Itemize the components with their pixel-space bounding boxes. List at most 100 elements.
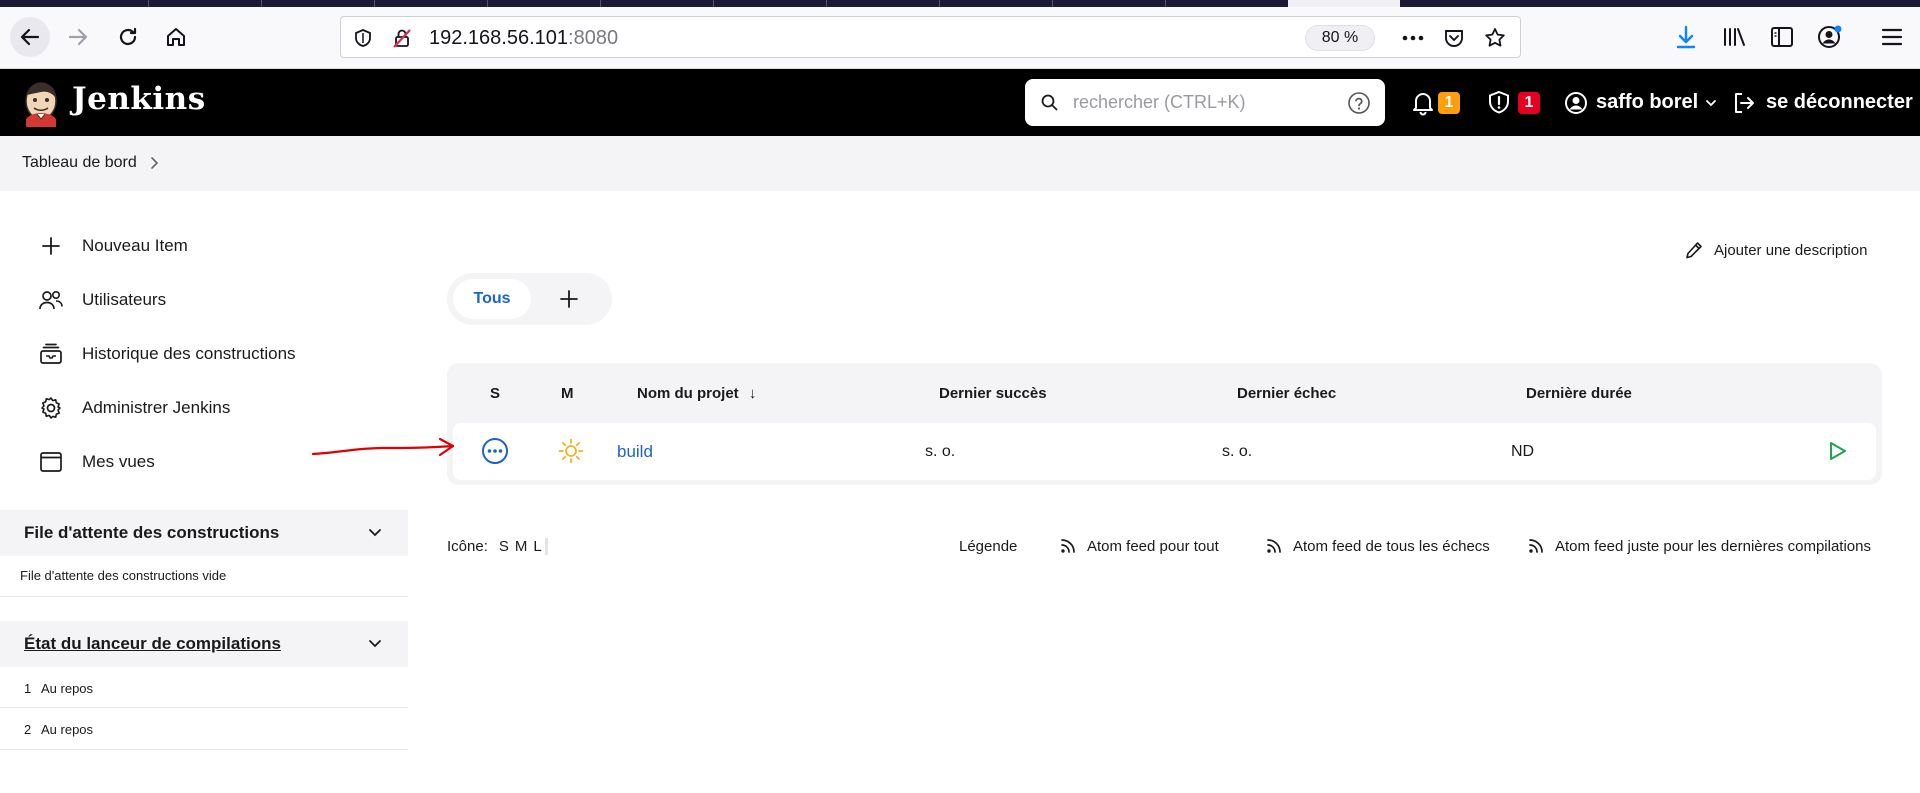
active-browser-tab[interactable] — [1288, 0, 1400, 7]
shield-icon[interactable] — [353, 28, 373, 48]
column-header-name-label: Nom du projet — [637, 385, 739, 402]
jenkins-logo-icon[interactable] — [20, 79, 62, 127]
column-header-last-duration[interactable]: Dernière durée — [1526, 385, 1632, 402]
build-queue-empty: File d'attente des constructions vide — [0, 556, 408, 597]
back-button[interactable] — [10, 17, 50, 57]
security-button[interactable]: 1 — [1486, 69, 1540, 136]
insecure-lock-icon[interactable] — [391, 27, 413, 49]
breadcrumb: Tableau de bord — [0, 136, 1920, 191]
url-port: :8080 — [568, 27, 619, 49]
user-menu-button[interactable]: saffo borel — [1564, 69, 1718, 136]
url-bar[interactable]: 192.168.56.101:8080 80 % — [340, 16, 1521, 58]
search-input[interactable] — [1073, 87, 1333, 117]
user-name: saffo borel — [1596, 91, 1699, 113]
forward-button[interactable] — [58, 17, 98, 57]
icon-size-medium[interactable]: M — [512, 538, 531, 555]
last-duration-value: ND — [1511, 443, 1535, 460]
reload-button[interactable] — [108, 17, 148, 57]
reload-icon — [119, 27, 137, 46]
sidebar-item-label: Utilisateurs — [82, 290, 167, 309]
sidebar-item-users[interactable]: Utilisateurs — [38, 285, 166, 315]
add-description-label: Ajouter une description — [1714, 241, 1868, 259]
hamburger-menu-icon — [1881, 28, 1903, 46]
column-header-name[interactable]: Nom du projet ↓ — [637, 385, 756, 402]
atom-feed-latest-label: Atom feed juste pour les dernières compi… — [1555, 537, 1871, 555]
download-icon — [1676, 25, 1696, 49]
sidebar-item-label: Nouveau Item — [82, 236, 188, 255]
column-header-weather[interactable]: M — [561, 385, 574, 402]
sidebar-item-build-history[interactable]: Historique des constructions — [38, 339, 296, 369]
column-header-last-success[interactable]: Dernier succès — [939, 385, 1047, 402]
atom-feed-all-link[interactable]: Atom feed pour tout — [1059, 535, 1219, 557]
column-header-last-failure[interactable]: Dernier échec — [1237, 385, 1336, 402]
sort-arrow-icon: ↓ — [748, 385, 757, 402]
view-tabs: Tous — [447, 273, 612, 325]
weather-sunny-icon[interactable] — [557, 437, 585, 465]
icon-size-small[interactable]: S — [496, 538, 512, 555]
pencil-icon — [1686, 242, 1702, 259]
executor-number: 2 — [24, 722, 32, 737]
sidebar-item-manage-jenkins[interactable]: Administrer Jenkins — [38, 393, 230, 423]
search-box[interactable] — [1025, 79, 1385, 126]
project-link[interactable]: build — [617, 442, 653, 462]
user-avatar-icon — [1565, 91, 1587, 114]
executors-header[interactable]: État du lanceur de compilations — [0, 621, 408, 667]
help-icon[interactable] — [1347, 91, 1371, 115]
bell-icon — [1413, 92, 1433, 115]
zoom-level[interactable]: 80 % — [1305, 25, 1375, 51]
home-button[interactable] — [156, 17, 196, 57]
home-icon — [167, 28, 185, 46]
downloads-button[interactable] — [1666, 17, 1706, 57]
build-queue-title[interactable]: File d'attente des constructions — [24, 523, 279, 543]
notifications-button[interactable]: 1 — [1410, 69, 1460, 136]
notifications-badge: 1 — [1438, 91, 1460, 114]
app-menu-button[interactable] — [1872, 17, 1912, 57]
add-description-link[interactable]: Ajouter une description — [1684, 240, 1867, 260]
chevron-right-icon[interactable] — [148, 155, 160, 171]
schedule-build-play-icon[interactable] — [1825, 439, 1849, 463]
sidebar-toggle-button[interactable] — [1762, 17, 1802, 57]
build-queue-header[interactable]: File d'attente des constructions — [0, 510, 408, 556]
security-badge: 1 — [1518, 91, 1540, 114]
executor-number: 1 — [24, 681, 32, 696]
account-button[interactable] — [1810, 17, 1850, 57]
rss-icon — [1267, 539, 1281, 553]
sidebar-item-new-item[interactable]: Nouveau Item — [38, 231, 188, 261]
column-header-status[interactable]: S — [490, 385, 500, 402]
tab-all[interactable]: Tous — [453, 279, 531, 319]
icon-size-large[interactable]: L — [530, 537, 548, 555]
chevron-down-icon[interactable] — [366, 524, 384, 542]
jenkins-title[interactable]: Jenkins — [72, 81, 206, 117]
bookmark-star-icon[interactable] — [1483, 26, 1507, 50]
executor-status: Au repos — [41, 681, 94, 696]
rss-icon — [1061, 539, 1075, 553]
search-icon — [1041, 94, 1058, 111]
table-row: build s. o. s. o. ND — [453, 423, 1876, 480]
logout-button[interactable]: se déconnecter — [1732, 69, 1913, 136]
users-icon — [38, 287, 64, 313]
breadcrumb-dashboard[interactable]: Tableau de bord — [22, 154, 137, 172]
chevron-down-icon[interactable] — [366, 635, 384, 653]
sidebar-item-label: Historique des constructions — [82, 344, 296, 363]
atom-feed-latest-link[interactable]: Atom feed juste pour les dernières compi… — [1527, 535, 1871, 557]
browser-toolbar: 192.168.56.101:8080 80 % — [0, 7, 1920, 69]
url-host: 192.168.56.101 — [429, 27, 569, 49]
sidebar-item-my-views[interactable]: Mes vues — [38, 447, 155, 477]
library-icon — [1724, 28, 1745, 46]
more-icon[interactable] — [1401, 29, 1425, 47]
url-text[interactable]: 192.168.56.101:8080 — [429, 27, 618, 50]
jenkins-header: Jenkins 1 1 saffo borel se déconnecter — [0, 69, 1920, 136]
atom-feed-all-label: Atom feed pour tout — [1087, 537, 1219, 555]
status-not-built-icon[interactable] — [481, 437, 509, 465]
add-view-icon[interactable] — [557, 287, 581, 311]
legend-link[interactable]: Légende — [959, 535, 1017, 557]
atom-feed-failures-link[interactable]: Atom feed de tous les échecs — [1265, 535, 1490, 557]
library-button[interactable] — [1714, 17, 1754, 57]
back-arrow-icon — [20, 28, 40, 46]
icon-size-selector: Icône: S M L — [447, 535, 548, 557]
pocket-icon[interactable] — [1443, 27, 1465, 49]
icon-size-label: Icône: — [447, 537, 488, 555]
executor-row: 1 Au repos — [0, 667, 408, 708]
window-icon — [38, 449, 64, 475]
executors-title[interactable]: État du lanceur de compilations — [24, 634, 281, 654]
